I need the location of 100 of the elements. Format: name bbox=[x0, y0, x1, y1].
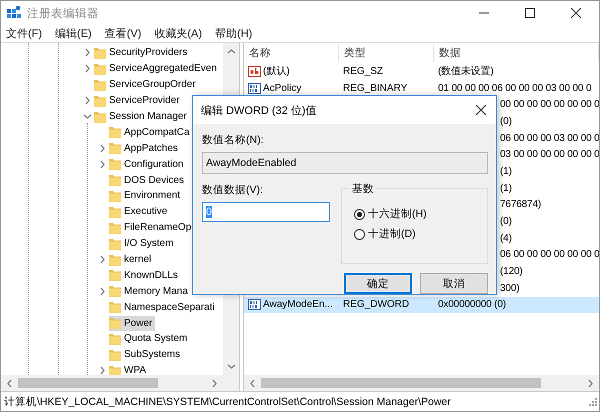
tree-item[interactable]: kernel bbox=[109, 252, 154, 268]
column-header[interactable]: 名称 bbox=[244, 44, 339, 62]
folder-icon bbox=[109, 158, 121, 170]
binary-value-icon bbox=[248, 299, 261, 310]
chevron-right-icon[interactable] bbox=[98, 144, 107, 153]
chevron-left-icon[interactable] bbox=[248, 378, 257, 388]
folder-icon bbox=[109, 126, 121, 138]
menu-item[interactable]: 收藏夹(A) bbox=[154, 26, 202, 41]
tree-item[interactable]: SecurityProviders bbox=[94, 45, 190, 60]
string-value-icon bbox=[248, 66, 261, 77]
chevron-right-icon[interactable] bbox=[210, 378, 219, 388]
column-header[interactable]: 数据 bbox=[434, 44, 599, 62]
value-data: 03 00 00 00 00 00 00 0 bbox=[500, 149, 599, 160]
status-path: 计算机\HKEY_LOCAL_MACHINE\SYSTEM\CurrentControlSet\Control\Session Manager\Power bbox=[4, 394, 451, 408]
menu-item[interactable]: 编辑(E) bbox=[55, 26, 92, 41]
value-row[interactable]: AwayModeEn... REG_DWORD 0x00000000 (0) bbox=[244, 296, 599, 314]
folder-icon bbox=[109, 190, 121, 202]
value-data: 01 00 00 00 06 00 00 00 03 00 00 0 bbox=[437, 82, 592, 94]
tree-item[interactable]: FileRenameOp bbox=[109, 220, 194, 236]
tree-item[interactable]: AppPatches bbox=[109, 140, 181, 156]
folder-icon bbox=[109, 142, 121, 154]
radio-option[interactable]: 十六进制(H) bbox=[354, 207, 487, 221]
value-data: 0x00000000 (0) bbox=[437, 299, 507, 310]
value-data: (数值未设置) bbox=[437, 64, 495, 78]
tree-item[interactable]: AppCompatCa bbox=[109, 124, 193, 140]
tree-item[interactable]: Session Manager bbox=[94, 109, 190, 124]
maximize-icon bbox=[525, 8, 535, 18]
registry-icon bbox=[7, 6, 21, 20]
chevron-down-icon[interactable] bbox=[226, 362, 236, 371]
chevron-right-icon[interactable] bbox=[83, 48, 92, 58]
chevron-right-icon[interactable] bbox=[98, 160, 107, 169]
folder-icon bbox=[109, 285, 121, 298]
tree-item[interactable]: DOS Devices bbox=[109, 172, 188, 188]
folder-icon bbox=[109, 174, 121, 186]
tree-item[interactable]: ServiceProvider bbox=[94, 93, 183, 108]
folder-icon bbox=[109, 238, 121, 250]
menu-item[interactable]: 查看(V) bbox=[104, 26, 142, 41]
tree-item[interactable]: Memory Mana bbox=[109, 284, 191, 299]
tree-item[interactable]: Quota System bbox=[109, 331, 190, 346]
value-data: (1) bbox=[500, 182, 512, 194]
close-icon bbox=[571, 8, 581, 18]
group-label: 基数 bbox=[350, 182, 376, 196]
value-type: REG_BINARY bbox=[342, 82, 408, 94]
binary-value-icon bbox=[248, 82, 261, 94]
chevron-right-icon[interactable] bbox=[83, 96, 92, 106]
tree-item[interactable]: NamespaceSeparati bbox=[109, 300, 218, 315]
value-data: (4) bbox=[500, 232, 512, 244]
field-label: 数值名称(N): bbox=[202, 133, 264, 147]
value-type: REG_SZ bbox=[342, 66, 384, 77]
tree-item[interactable]: ServiceAggregatedEven bbox=[94, 61, 220, 76]
tree-item[interactable]: Environment bbox=[109, 188, 184, 204]
folder-icon bbox=[109, 301, 121, 314]
scrollbar[interactable] bbox=[1, 375, 223, 391]
value-data: 300) bbox=[500, 282, 520, 294]
dialog-title: 编辑 DWORD (32 位)值 bbox=[201, 104, 318, 118]
value-data: 00 00 00 00 00 00 00 0 bbox=[500, 99, 599, 110]
scrollbar[interactable] bbox=[244, 375, 599, 391]
value-data: (0) bbox=[500, 216, 512, 228]
value-row[interactable]: (默认) REG_SZ (数值未设置) bbox=[244, 63, 599, 80]
tree-item[interactable]: Configuration bbox=[109, 156, 186, 172]
tree-item[interactable]: ServiceGroupOrder bbox=[94, 77, 199, 92]
folder-icon bbox=[109, 332, 121, 345]
radio-icon[interactable] bbox=[354, 228, 365, 240]
window-title: 注册表编辑器 bbox=[27, 6, 100, 20]
tree-item[interactable]: I/O System bbox=[109, 236, 176, 252]
folder-icon bbox=[109, 222, 121, 234]
radio-option[interactable]: 十进制(D) bbox=[354, 227, 487, 241]
chevron-right-icon[interactable] bbox=[98, 286, 107, 296]
value-name-field[interactable]: AwayModeEnabled bbox=[202, 152, 488, 174]
scroll-thumb[interactable] bbox=[18, 378, 158, 388]
value-data: (1) bbox=[500, 166, 512, 177]
value-data: (0) bbox=[500, 116, 512, 127]
chevron-right-icon[interactable] bbox=[98, 366, 107, 375]
chevron-right-icon[interactable] bbox=[83, 64, 92, 74]
cancel-button[interactable]: 取消 bbox=[420, 273, 488, 294]
chevron-right-icon[interactable] bbox=[586, 378, 595, 388]
value-data: 06 00 00 00 03 00 00 0 bbox=[500, 132, 599, 144]
ok-button[interactable]: 确定 bbox=[344, 273, 412, 294]
column-header[interactable]: 类型 bbox=[339, 44, 434, 62]
value-type: REG_DWORD bbox=[342, 299, 410, 310]
menu-item[interactable]: 帮助(H) bbox=[215, 26, 252, 41]
scroll-thumb[interactable] bbox=[261, 378, 541, 388]
tree-item[interactable]: SubSystems bbox=[109, 347, 184, 362]
tree-item[interactable]: Power bbox=[109, 316, 156, 331]
folder-icon bbox=[109, 348, 121, 361]
chevron-up-icon[interactable] bbox=[226, 47, 236, 56]
folder-icon bbox=[94, 110, 106, 122]
value-row[interactable]: AcPolicy REG_BINARY 01 00 00 00 06 00 00 00 03 00 00 0 bbox=[244, 80, 599, 96]
tree-item[interactable]: Executive bbox=[109, 204, 170, 220]
chevron-left-icon[interactable] bbox=[5, 378, 14, 388]
chevron-right-icon[interactable] bbox=[98, 255, 107, 264]
tree-item[interactable]: KnownDLLs bbox=[109, 268, 181, 283]
value-data: 06 00 00 00 00 00 00 0 bbox=[500, 249, 599, 260]
folder-icon bbox=[109, 317, 121, 330]
chevron-down-icon[interactable] bbox=[83, 112, 92, 121]
field-label: 数值数据(V): bbox=[202, 183, 264, 197]
resize-grip-icon bbox=[589, 398, 597, 406]
radio-icon[interactable] bbox=[354, 208, 365, 220]
menu-item[interactable]: 文件(F) bbox=[6, 26, 42, 41]
folder-icon bbox=[94, 46, 106, 59]
